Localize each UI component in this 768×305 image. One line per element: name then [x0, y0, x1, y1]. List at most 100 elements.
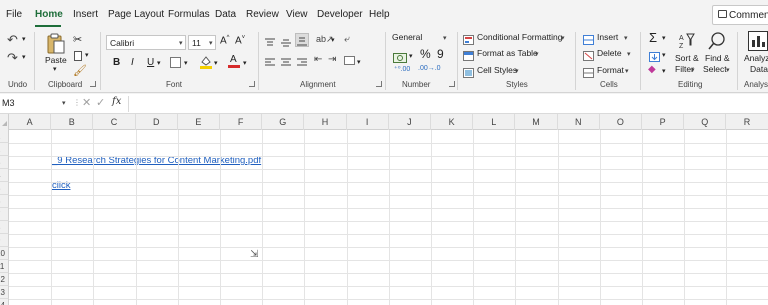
- enter-icon[interactable]: ✓: [96, 96, 105, 109]
- column-header-h[interactable]: H: [304, 114, 347, 130]
- row-header-13[interactable]: 13: [0, 286, 9, 299]
- row-header-4[interactable]: 4: [0, 169, 9, 182]
- find-select-label-1[interactable]: Find &: [705, 53, 730, 63]
- cell-styles-icon[interactable]: [463, 65, 474, 78]
- align-right-icon[interactable]: [297, 55, 307, 66]
- analyze-data-label-1[interactable]: Analyze: [744, 53, 768, 63]
- row-header-6[interactable]: 6: [0, 195, 9, 208]
- column-header-f[interactable]: F: [220, 114, 263, 130]
- column-header-k[interactable]: K: [431, 114, 474, 130]
- align-bottom-icon[interactable]: [295, 33, 309, 47]
- comments-button[interactable]: Comments: [712, 5, 768, 25]
- tab-insert[interactable]: Insert: [73, 9, 98, 20]
- underline-dropdown-icon[interactable]: ▾: [157, 59, 161, 67]
- merge-dropdown-icon[interactable]: ▾: [357, 58, 361, 66]
- search-icon[interactable]: [708, 31, 726, 51]
- fill-color-icon[interactable]: [200, 55, 212, 69]
- copy-dropdown-icon[interactable]: ▾: [85, 51, 89, 59]
- column-header-l[interactable]: L: [473, 114, 516, 130]
- insert-function-icon[interactable]: fx: [112, 96, 121, 107]
- row-header-11[interactable]: 11: [0, 260, 9, 273]
- insert-button[interactable]: Insert: [597, 32, 618, 42]
- column-header-r[interactable]: R: [726, 114, 768, 130]
- clipboard-launcher-icon[interactable]: [90, 81, 96, 87]
- delete-button[interactable]: Delete: [597, 48, 622, 58]
- shrink-font-icon[interactable]: A˅: [235, 35, 245, 46]
- row-header-9[interactable]: 9: [0, 234, 9, 247]
- clear-dropdown-icon[interactable]: ▾: [662, 67, 666, 75]
- autosum-dropdown-icon[interactable]: ▾: [662, 34, 666, 42]
- number-launcher-icon[interactable]: [449, 81, 455, 87]
- italic-button[interactable]: I: [131, 57, 134, 68]
- paste-dropdown-icon[interactable]: ▾: [53, 65, 57, 73]
- fill-dropdown-icon[interactable]: ▾: [662, 51, 666, 59]
- column-header-p[interactable]: P: [642, 114, 685, 130]
- orientation-dropdown-icon[interactable]: ▾: [331, 36, 335, 44]
- format-button[interactable]: Format: [597, 65, 624, 75]
- currency-icon[interactable]: [393, 50, 407, 63]
- align-top-icon[interactable]: [265, 35, 275, 46]
- number-format-dropdown[interactable]: General: [392, 32, 422, 42]
- row-header-7[interactable]: 7: [0, 208, 9, 221]
- tab-developer[interactable]: Developer: [317, 9, 363, 20]
- column-header-i[interactable]: I: [347, 114, 389, 130]
- redo-icon[interactable]: ↷: [7, 50, 18, 66]
- tab-file[interactable]: File: [6, 9, 22, 20]
- row-header-5[interactable]: 5: [0, 182, 9, 195]
- align-middle-icon[interactable]: [281, 35, 291, 47]
- column-header-c[interactable]: C: [93, 114, 136, 130]
- column-header-j[interactable]: J: [389, 114, 431, 130]
- sort-filter-icon[interactable]: AZ: [679, 32, 695, 50]
- format-as-table-button[interactable]: Format as Table: [477, 48, 538, 58]
- find-select-label-2[interactable]: Select: [703, 64, 727, 74]
- conditional-formatting-button[interactable]: Conditional Formatting: [477, 32, 563, 42]
- column-header-n[interactable]: N: [558, 114, 600, 130]
- decrease-decimal-icon[interactable]: .00→.0: [418, 65, 441, 72]
- comma-icon[interactable]: 9: [437, 47, 444, 61]
- increase-decimal-icon[interactable]: ⁺⁰.00: [394, 65, 410, 73]
- format-as-table-icon[interactable]: [463, 48, 474, 61]
- tab-review[interactable]: Review: [246, 9, 279, 20]
- percent-icon[interactable]: %: [420, 47, 431, 61]
- font-color-icon[interactable]: A: [228, 54, 240, 68]
- resize-handle-icon[interactable]: ⋮: [73, 98, 81, 107]
- undo-icon[interactable]: ↶: [7, 32, 18, 48]
- decrease-indent-icon[interactable]: ⇤: [314, 54, 322, 65]
- row-header-8[interactable]: 8: [0, 221, 9, 234]
- tab-home[interactable]: Home: [35, 9, 63, 20]
- delete-cells-icon[interactable]: [583, 48, 594, 61]
- column-header-q[interactable]: Q: [684, 114, 727, 130]
- cancel-icon[interactable]: ✕: [82, 96, 91, 109]
- column-header-b[interactable]: B: [51, 114, 94, 130]
- align-center-icon[interactable]: [281, 55, 291, 66]
- redo-dropdown-icon[interactable]: ▾: [22, 53, 26, 61]
- row-header-3[interactable]: 3: [0, 156, 9, 169]
- borders-icon[interactable]: [170, 57, 181, 68]
- fill-icon[interactable]: [649, 49, 660, 62]
- conditional-formatting-icon[interactable]: [463, 32, 474, 45]
- chevron-down-icon[interactable]: ▾: [62, 99, 66, 107]
- column-header-m[interactable]: M: [515, 114, 558, 130]
- align-left-icon[interactable]: [265, 55, 275, 66]
- fill-color-dropdown-icon[interactable]: ▾: [214, 59, 218, 67]
- borders-dropdown-icon[interactable]: ▾: [184, 59, 188, 67]
- format-painter-icon[interactable]: 🖌: [73, 64, 87, 77]
- font-name-dropdown[interactable]: Calibri: [106, 35, 186, 50]
- analyze-data-label-2[interactable]: Data: [750, 64, 768, 74]
- tab-help[interactable]: Help: [369, 9, 390, 20]
- column-header-a[interactable]: A: [9, 114, 52, 130]
- name-box[interactable]: M3: [0, 96, 70, 112]
- wrap-text-icon[interactable]: ⤶: [344, 34, 350, 45]
- paste-label[interactable]: Paste: [45, 55, 67, 65]
- tab-view[interactable]: View: [286, 9, 308, 20]
- row-header-12[interactable]: 12: [0, 273, 9, 286]
- clear-icon[interactable]: ◆: [648, 64, 656, 75]
- format-cells-icon[interactable]: [583, 65, 594, 78]
- font-launcher-icon[interactable]: [249, 81, 255, 87]
- font-color-dropdown-icon[interactable]: ▾: [243, 59, 247, 67]
- column-header-o[interactable]: O: [600, 114, 642, 130]
- undo-dropdown-icon[interactable]: ▾: [22, 35, 26, 43]
- row-header-2[interactable]: 2: [0, 143, 9, 156]
- paste-icon[interactable]: [46, 33, 66, 55]
- row-header-10[interactable]: 10: [0, 247, 9, 260]
